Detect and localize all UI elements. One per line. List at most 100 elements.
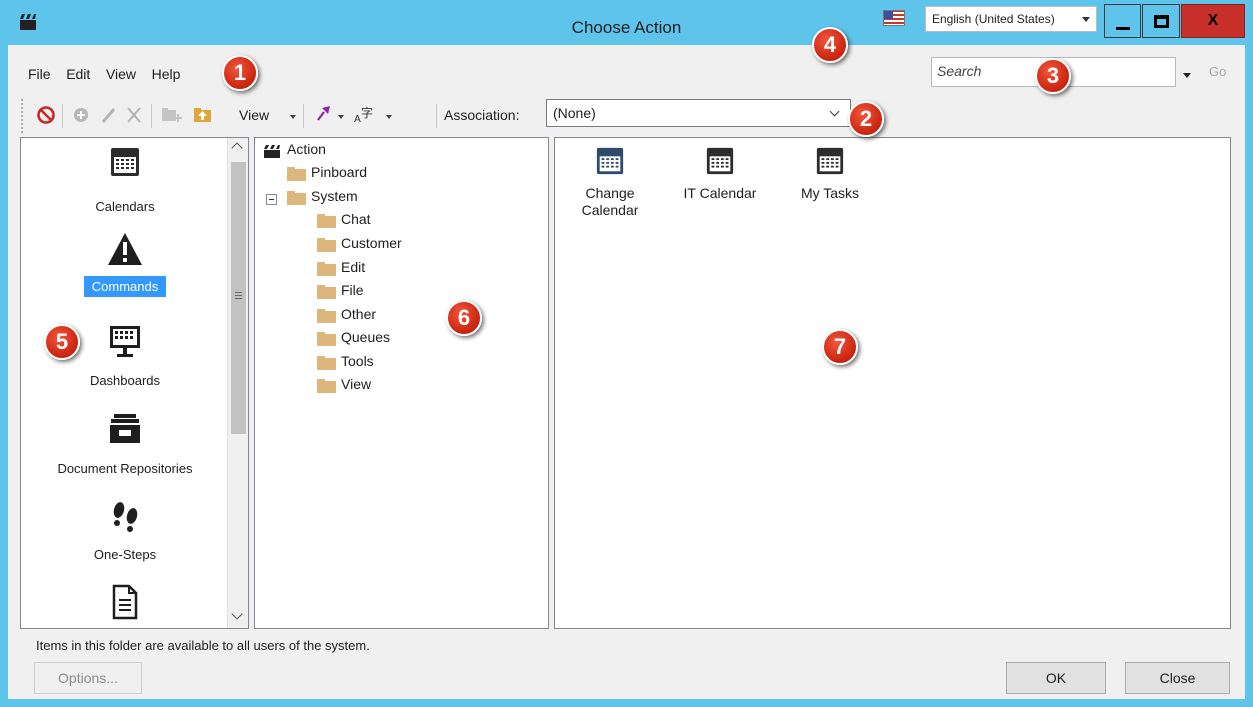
folder-up-icon[interactable] [192,95,214,135]
chevron-down-icon[interactable] [386,115,392,119]
chevron-down-icon [829,106,840,117]
association-label: Association: [444,107,520,123]
category-documents[interactable] [21,584,229,623]
calendar-icon [111,148,139,176]
toolbar-separator [303,104,304,128]
action-item-it-calendar[interactable]: IT Calendar [670,146,770,202]
tree-label: Pinboard [311,164,368,180]
us-flag-icon [883,10,905,26]
status-message: Items in this folder are available to al… [36,638,370,653]
callout-badge: 2 [848,101,884,137]
svg-text:A: A [354,114,361,125]
toolbar-separator [151,104,152,128]
collapse-toggle[interactable] [266,194,277,205]
callout-badge: 4 [812,27,848,63]
tree-label: Action [287,141,326,157]
toolbar-grip[interactable] [21,99,23,133]
close-button[interactable]: Close [1125,662,1230,694]
go-button[interactable]: Go [1209,64,1226,79]
close-window-button[interactable]: X [1181,4,1245,38]
document-icon [112,584,138,620]
toolbar-separator [436,104,437,128]
footprints-icon [113,502,138,532]
chevron-down-icon[interactable] [290,115,296,119]
folder-icon [317,285,336,299]
add-icon[interactable] [71,95,91,135]
delete-icon[interactable] [124,95,144,135]
category-one-steps[interactable]: One-Steps [21,500,229,562]
toolbar: View A 字 Association: (None) [18,95,918,135]
calendar-icon [596,147,624,175]
dialog-window: Choose Action English (United States) X … [0,0,1253,707]
menu-view[interactable]: View [106,66,136,82]
category-panel: Calendars Commands Dashboards Document R… [20,137,249,629]
tree-label: View [341,376,372,392]
category-commands[interactable]: Commands [21,232,229,297]
warning-icon [108,233,142,265]
menu-bar: File Edit View Help [28,66,192,84]
action-label: Change Calendar [581,185,639,218]
minimize-button[interactable] [1104,4,1141,38]
maximize-button[interactable] [1142,4,1180,38]
calendar-icon [706,147,734,175]
menu-file[interactable]: File [28,66,51,82]
tree-label: File [341,282,364,298]
file-cabinet-icon [110,414,140,443]
category-label: Calendars [95,199,155,214]
action-item-change-calendar[interactable]: Change Calendar [560,146,660,219]
new-folder-icon[interactable] [159,95,183,135]
toolbar-separator [62,104,63,128]
tree-label: Other [341,306,377,322]
folder-icon [287,167,306,181]
pin-icon[interactable] [313,95,335,135]
language-dropdown[interactable]: English (United States) [925,6,1097,32]
folder-icon [317,262,336,276]
tree-label: System [311,188,358,204]
action-item-my-tasks[interactable]: My Tasks [780,146,880,202]
association-dropdown[interactable]: (None) [546,99,851,127]
callout-badge: 6 [446,300,482,336]
title-bar[interactable]: Choose Action English (United States) X [0,0,1253,45]
category-label: Commands [83,276,167,297]
tree-label: Edit [341,259,366,275]
minimize-icon [1116,27,1130,30]
ok-button[interactable]: OK [1006,662,1106,694]
folder-icon [287,191,306,205]
scroll-down-icon[interactable] [231,608,243,620]
folder-icon [317,332,336,346]
chevron-down-icon[interactable] [338,115,344,119]
scrollbar-thumb[interactable] [231,162,246,434]
edit-pencil-icon[interactable] [99,95,119,135]
svg-text:字: 字 [361,105,373,120]
language-value: English (United States) [932,12,1055,26]
callout-badge: 5 [44,324,80,360]
category-label: Document Repositories [57,461,193,476]
category-calendars[interactable]: Calendars [21,146,229,214]
scroll-up-icon[interactable] [231,142,243,154]
menu-help[interactable]: Help [152,66,181,82]
folder-icon [317,238,336,252]
category-document-repositories[interactable]: Document Repositories [21,412,229,476]
action-label: IT Calendar [683,185,757,201]
clapperboard-icon [264,145,280,158]
maximize-icon [1154,15,1169,28]
language-text-icon[interactable]: A 字 [352,95,380,135]
category-scrollbar[interactable] [227,138,248,628]
folder-tree: Action Pinboard System Chat Customer Edi… [254,137,549,629]
search-dropdown-icon[interactable] [1183,73,1191,78]
callout-badge: 3 [1035,58,1071,94]
view-menu[interactable]: View [239,107,269,123]
calendar-icon [816,147,844,175]
folder-icon [317,214,336,228]
category-label: One-Steps [93,547,157,562]
tree-label: Customer [341,235,402,251]
action-list: Change Calendar IT Calendar My Tasks [554,137,1231,629]
tree-label: Queues [341,329,391,345]
tree-label: Chat [341,211,371,227]
callout-badge: 1 [222,55,258,91]
action-label: My Tasks [800,185,860,201]
menu-edit[interactable]: Edit [66,66,90,82]
grip-icon [235,292,242,299]
options-button[interactable]: Options... [34,662,142,694]
cancel-icon[interactable] [36,95,56,135]
